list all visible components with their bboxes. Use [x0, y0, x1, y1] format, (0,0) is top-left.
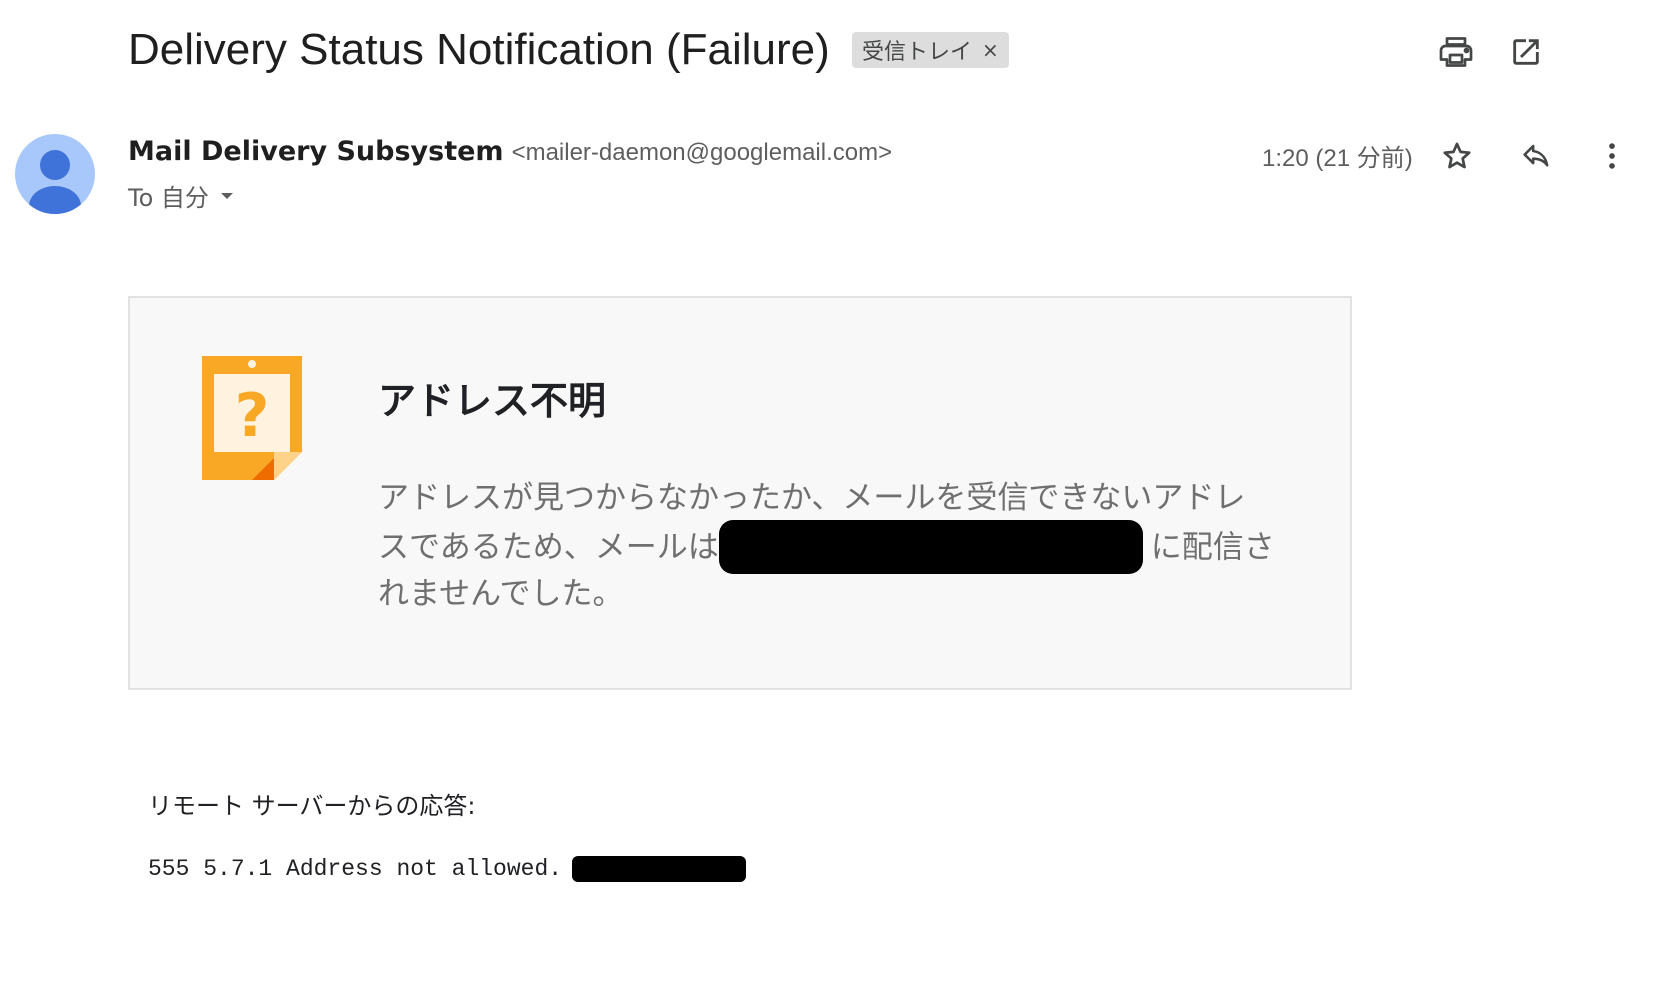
- svg-text:?: ?: [235, 381, 270, 451]
- star-button[interactable]: [1437, 136, 1477, 176]
- notice-line-part: に配信さ: [1150, 529, 1275, 566]
- email-subject: Delivery Status Notification (Failure): [128, 25, 830, 74]
- notice-title: アドレス不明: [378, 379, 607, 423]
- label-chip-inbox[interactable]: 受信トレイ ×: [852, 32, 1009, 68]
- server-response: 555 5.7.1 Address not allowed.: [148, 856, 747, 882]
- recipient-label: To 自分: [128, 184, 209, 212]
- person-icon: [29, 150, 81, 214]
- sender-name[interactable]: Mail Delivery Subsystem: [128, 136, 504, 167]
- star-icon: [1443, 142, 1471, 169]
- redacted-response-detail: [572, 856, 747, 882]
- notice-line: スであるため、メールは に配信さ: [378, 520, 1278, 574]
- open-in-new-window-button[interactable]: [1506, 32, 1546, 72]
- recipient-details-toggle[interactable]: To 自分: [128, 178, 239, 213]
- server-response-code: 555 5.7.1 Address not allowed.: [148, 856, 563, 882]
- dropdown-caret-icon: [220, 192, 233, 199]
- notice-line: れませんでした。: [378, 576, 624, 612]
- sender-avatar[interactable]: [15, 134, 95, 214]
- label-chip-text: 受信トレイ: [862, 40, 973, 65]
- notice-line-part: スであるため、メールは: [378, 529, 719, 566]
- print-icon: [1439, 37, 1473, 67]
- notice-message: アドレスが見つからなかったか、メールを受信できないアドレ スであるため、メールは…: [378, 474, 1278, 618]
- message-timestamp: 1:20 (21 分前): [1262, 145, 1413, 172]
- delivery-failure-card: ? アドレス不明 アドレスが見つからなかったか、メールを受信できないアドレ スで…: [128, 296, 1352, 690]
- missing-address-note-icon: ?: [202, 356, 302, 480]
- print-button[interactable]: [1436, 32, 1476, 72]
- remove-label-icon[interactable]: ×: [982, 40, 999, 60]
- sender-line: Mail Delivery Subsystem <mailer-daemon@g…: [128, 136, 892, 167]
- more-options-button[interactable]: [1592, 136, 1632, 176]
- email-view: Delivery Status Notification (Failure) 受…: [0, 0, 1664, 984]
- redacted-address: [718, 520, 1143, 574]
- more-vert-icon: [1609, 143, 1615, 169]
- sender-email: <mailer-daemon@googlemail.com>: [511, 139, 893, 166]
- notice-line: アドレスが見つからなかったか、メールを受信できないアドレ: [378, 480, 1246, 516]
- reply-button[interactable]: [1516, 136, 1556, 176]
- server-response-label: リモート サーバーからの応答:: [148, 792, 476, 820]
- open-in-new-window-icon: [1513, 39, 1539, 65]
- reply-icon: [1523, 144, 1549, 167]
